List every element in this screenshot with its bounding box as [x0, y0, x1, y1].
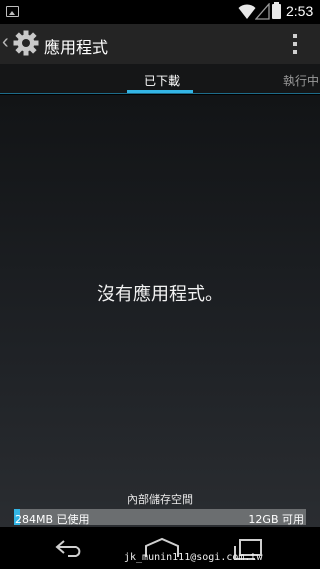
- action-bar: ‹ 應用程式: [0, 24, 320, 64]
- back-icon[interactable]: [54, 539, 86, 557]
- storage-free-text: 12GB 可用: [248, 513, 304, 526]
- screen: 2:53 ‹ 應用程式 已下載 執行中 沒有應用程式。 內部儲存空間 284MB…: [0, 0, 320, 569]
- image-notification-icon: [6, 6, 19, 17]
- tab-running[interactable]: 執行中: [283, 72, 319, 89]
- watermark-text: jk_munin111@sogi.com.tw: [124, 552, 263, 563]
- storage-used-text: 284MB 已使用: [15, 513, 90, 526]
- app-list-area[interactable]: 沒有應用程式。 內部儲存空間 284MB 已使用 12GB 可用: [0, 95, 320, 527]
- storage-label: 內部儲存空間: [127, 493, 193, 506]
- tab-downloaded[interactable]: 已下載: [144, 72, 180, 89]
- status-bar: 2:53: [0, 0, 320, 24]
- page-title: 應用程式: [44, 38, 109, 57]
- up-navigation-caret[interactable]: ‹: [2, 31, 9, 54]
- gear-icon[interactable]: [12, 28, 40, 58]
- tab-strip: 已下載 執行中: [0, 64, 320, 94]
- signal-icon: [255, 3, 270, 20]
- status-clock: 2:53: [286, 3, 314, 19]
- active-tab-indicator: [127, 90, 193, 93]
- storage-usage-bar: 284MB 已使用 12GB 可用: [14, 509, 306, 526]
- battery-icon: [272, 2, 281, 19]
- overflow-menu-icon[interactable]: [288, 32, 302, 58]
- empty-list-message: 沒有應用程式。: [97, 284, 223, 305]
- wifi-icon: [238, 4, 256, 19]
